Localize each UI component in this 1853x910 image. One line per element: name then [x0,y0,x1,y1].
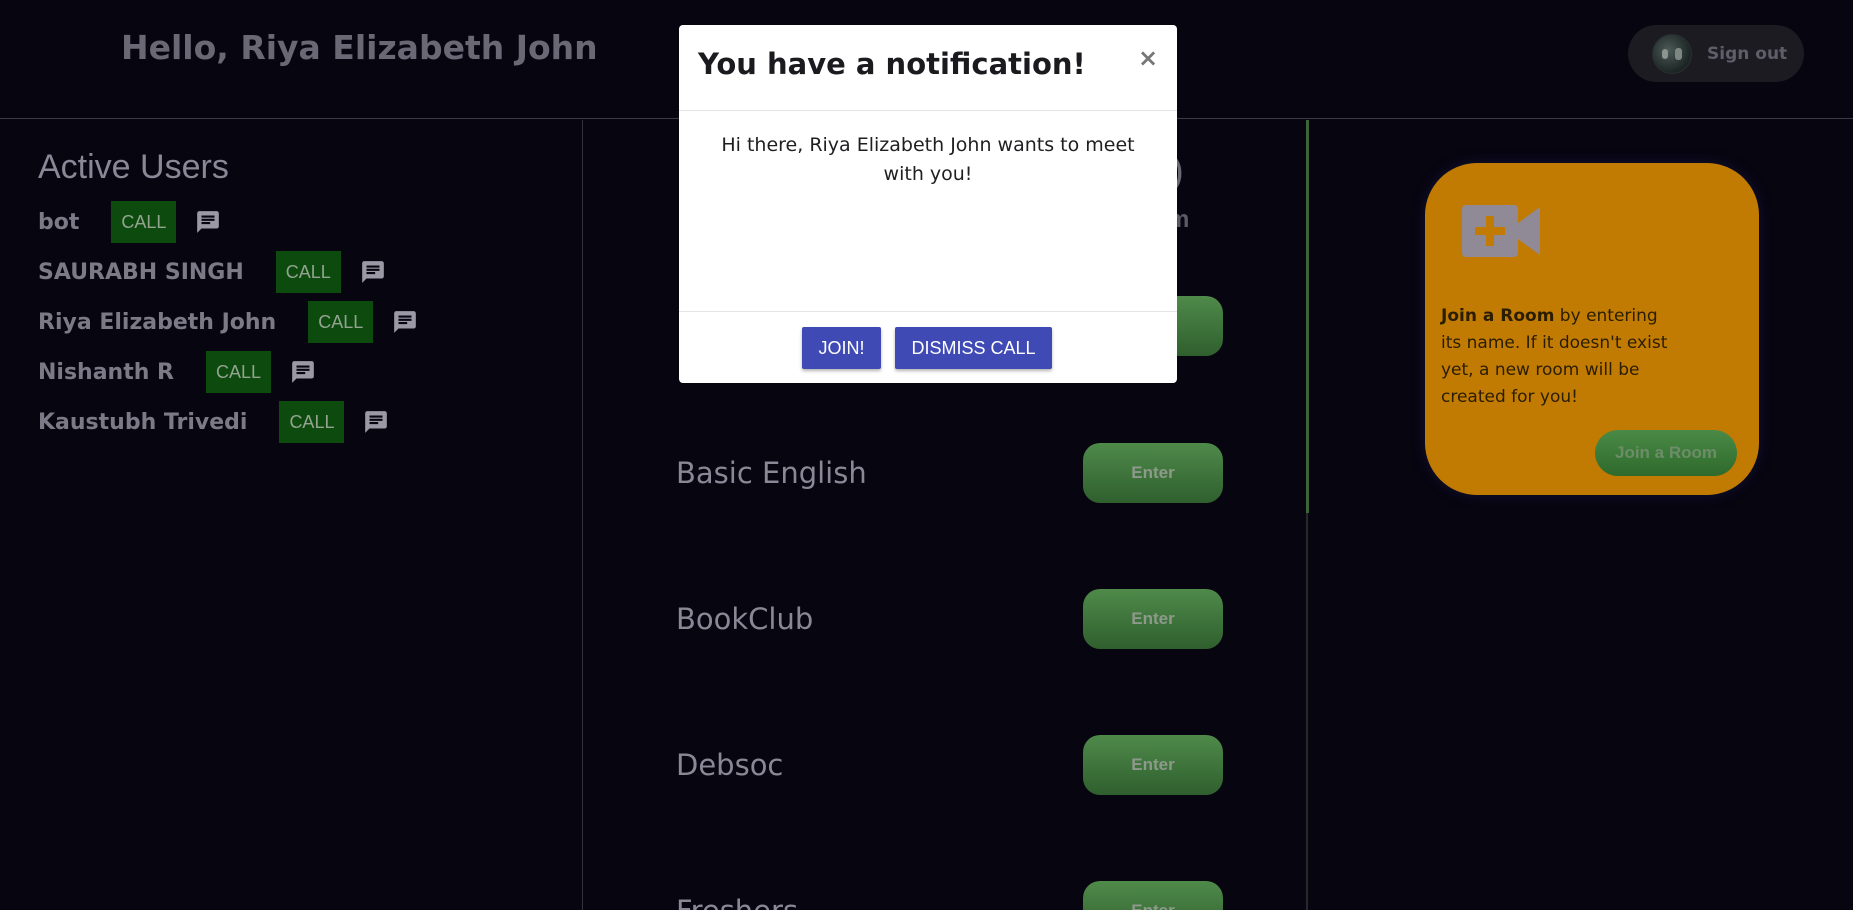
join-call-button[interactable]: JOIN! [802,327,881,369]
room-row-debsoc: Debsoc Enter [676,735,1223,795]
user-name: SAURABH SINGH [38,259,244,285]
dismiss-call-button[interactable]: DISMISS CALL [895,327,1052,369]
room-row-basic-english: Basic English Enter [676,443,1223,503]
chat-icon[interactable] [359,259,387,285]
user-row-saurabh: SAURABH SINGH CALL [38,250,387,294]
chat-icon[interactable] [194,209,222,235]
room-name: Debsoc [676,748,784,782]
active-users-title: Active Users [38,148,229,186]
enter-room-button[interactable]: Enter [1083,443,1223,503]
join-room-description: Join a Room by entering its name. If it … [1441,303,1681,411]
room-row-freshers: Freshers Enter [676,881,1223,910]
column-divider-left [582,120,583,910]
user-name: Nishanth R [38,359,174,385]
user-row-nishanth: Nishanth R CALL [38,350,317,394]
modal-title: You have a notification! [698,47,1086,81]
enter-room-button[interactable]: Enter [1083,881,1223,910]
modal-message: Hi there, Riya Elizabeth John wants to m… [721,134,1135,185]
sign-out-button[interactable]: Sign out [1628,25,1804,82]
user-row-kaustubh: Kaustubh Trivedi CALL [38,400,390,444]
user-row-bot: bot CALL [38,200,222,244]
room-name: Freshers [676,894,798,910]
join-room-strong: Join a Room [1441,306,1555,326]
chat-icon[interactable] [362,409,390,435]
rooms-scrollbar[interactable] [1306,120,1309,513]
user-name: bot [38,209,80,235]
close-icon[interactable]: × [1136,45,1160,71]
call-button[interactable]: CALL [308,301,374,343]
user-name: Riya Elizabeth John [38,309,277,335]
sign-out-label: Sign out [1707,43,1788,64]
modal-footer: JOIN! DISMISS CALL [679,311,1177,383]
notification-modal: You have a notification! × Hi there, Riy… [679,25,1177,383]
enter-room-button[interactable]: Enter [1083,735,1223,795]
chat-icon[interactable] [289,359,317,385]
modal-header: You have a notification! × [679,25,1177,111]
join-room-button[interactable]: Join a Room [1595,430,1737,476]
user-name: Kaustubh Trivedi [38,409,248,435]
call-button[interactable]: CALL [111,201,177,243]
join-room-card: Join a Room by entering its name. If it … [1425,163,1759,495]
call-button[interactable]: CALL [206,351,272,393]
enter-room-button[interactable]: Enter [1083,589,1223,649]
chat-icon[interactable] [391,309,419,335]
user-row-riya: Riya Elizabeth John CALL [38,300,419,344]
avatar [1652,33,1692,74]
room-name: BookClub [676,602,814,636]
room-name: Basic English [676,456,867,490]
room-row-bookclub: BookClub Enter [676,589,1223,649]
call-button[interactable]: CALL [275,251,341,293]
greeting-heading: Hello, Riya Elizabeth John [121,28,598,67]
call-button[interactable]: CALL [279,401,345,443]
video-call-add-icon [1462,205,1540,257]
